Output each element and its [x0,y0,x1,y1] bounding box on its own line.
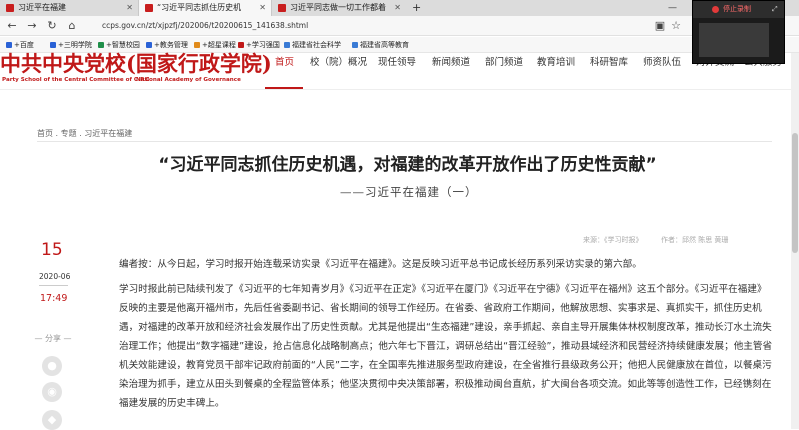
tab-label: 习近平同志做一切工作都着 [290,3,386,12]
url-field[interactable]: ccps.gov.cn/zt/xjpzfj/202006/t20200615_1… [98,18,638,34]
nav-education-training[interactable]: 教育培训 [537,56,575,70]
breadcrumb-divider [37,141,772,142]
split-view-icon[interactable]: ▣ [652,18,668,34]
recorder-preview [699,23,769,57]
logo-english-academy: National Academy of Governance [136,77,241,83]
bookmark-fujian-social-science[interactable]: 福建省社会科学 [284,37,341,53]
breadcrumb[interactable]: 首页 . 专题 . 习近平在福建 [37,128,132,139]
nav-school-overview[interactable]: 校（院）概况 [310,56,367,70]
active-nav-indicator [265,87,303,89]
nav-news[interactable]: 新闻频道 [432,56,470,70]
close-tab-icon[interactable]: ✕ [126,0,133,16]
date-divider [39,285,68,286]
site-header: 中共中央党校(国家行政学院) Party School of the Centr… [0,53,799,90]
bookmark-icon [98,42,104,48]
article-subtitle: ——习近平在福建（一） [340,185,478,199]
bookmark-icon [284,42,290,48]
article-author: 作者：邱然 陈思 黄珊 [660,236,729,244]
nav-departments[interactable]: 部门频道 [485,56,523,70]
record-dot-icon [712,6,719,13]
minimize-window-button[interactable]: — [668,0,677,16]
close-tab-icon[interactable]: ✕ [259,0,266,16]
site-favicon-icon [6,4,14,12]
wechat-share-icon[interactable]: ● [42,356,62,376]
scrollbar-thumb[interactable] [792,133,798,253]
favorite-star-icon[interactable]: ☆ [668,18,684,34]
bookmark-icon [6,42,12,48]
nav-current-leaders[interactable]: 现任领导 [378,56,416,70]
recorder-toolbar: 停止录制 ⤢ [693,1,784,18]
weibo-share-icon[interactable]: ◉ [42,382,62,402]
publish-day: 15 [41,240,63,260]
bookmark-icon [146,42,152,48]
site-favicon-icon [145,4,153,12]
forward-arrow-icon[interactable]: → [24,18,40,34]
tab-label: 习近平在福建 [18,3,66,12]
article-meta: 来源：《学习时报》 作者：邱然 陈思 黄珊 [583,235,728,245]
refresh-icon[interactable]: ↻ [44,18,60,34]
home-icon[interactable]: ⌂ [64,18,80,34]
article-title: “习近平同志抓住历史机遇，对福建的改革开放作出了历史性贡献” [158,155,657,175]
article-source: 来源：《学习时报》 [583,236,643,244]
stop-recording-button[interactable]: 停止录制 [723,1,751,18]
article-paragraph-editor-note: 编者按：从今日起，学习时报开始连载采访实录《习近平在福建》。这是反映习近平总书记… [119,259,642,270]
tab-xijinping-fujian[interactable]: 习近平在福建 ✕ [0,0,138,16]
new-tab-button[interactable]: + [412,0,421,16]
nav-research-think-tank[interactable]: 科研智库 [590,56,628,70]
bookmark-icon [238,42,244,48]
address-bar-row: ← → ↻ ⌂ ccps.gov.cn/zt/xjpzfj/202006/t20… [0,16,799,36]
article-paragraph-intro: 学习时报此前已陆续刊发了《习近平的七年知青岁月》《习近平在正定》《习近平在厦门》… [119,284,773,409]
close-tab-icon[interactable]: ✕ [394,0,401,16]
bookmark-icon [50,42,56,48]
page-scrollbar[interactable] [791,53,799,429]
logo-english-party-school: Party School of the Central Committee of… [2,77,150,83]
nav-home[interactable]: 首页 [275,56,294,70]
bookmark-icon [352,42,358,48]
tab-current-article[interactable]: “习近平同志抓住历史机 ✕ [138,0,272,16]
bookmark-icon [194,42,200,48]
tab-label: “习近平同志抓住历史机 [157,3,242,12]
publish-time: 17:49 [40,293,68,304]
qq-share-icon[interactable]: ◆ [42,410,62,430]
screen-recorder-panel: 停止录制 ⤢ [692,0,785,64]
site-logo[interactable]: 中共中央党校(国家行政学院) [0,53,272,75]
nav-faculty[interactable]: 师资队伍 [643,56,681,70]
publish-year-month: 2020-06 [39,272,71,281]
back-arrow-icon[interactable]: ← [4,18,20,34]
expand-icon[interactable]: ⤢ [772,1,778,18]
browser-tab-bar: 习近平在福建 ✕ “习近平同志抓住历史机 ✕ 习近平同志做一切工作都着 ✕ + … [0,0,799,16]
tab-related-article[interactable]: 习近平同志做一切工作都着 ✕ [272,0,406,16]
site-favicon-icon [278,4,286,12]
bookmark-fujian-higher-education[interactable]: 福建省高等教育 [352,37,409,53]
share-label: — 分享 — [34,334,72,343]
